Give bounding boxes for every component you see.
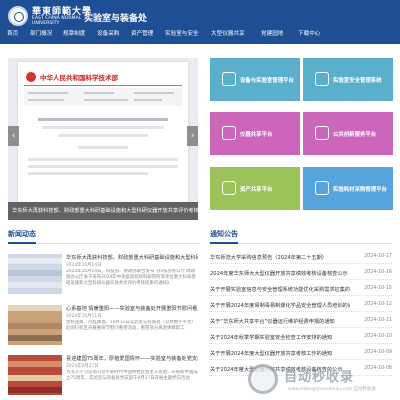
notice-item[interactable]: 关于开展实验室信息与安全管理系统功能优化采购需求征集的通知 2024-10-15 xyxy=(210,282,392,296)
lightbulb-icon xyxy=(315,126,329,140)
main-nav: 首页 部门概况 规章制度 设备采购 资产管理 实验室与安全 大型仪器共享 党建园… xyxy=(0,24,400,44)
tile-label: 实验耗材采购管理平台 xyxy=(333,187,387,193)
department-name[interactable]: 实验室与装备处 xyxy=(84,11,147,24)
carousel-document-image: 中华人民共和国科学技术部 xyxy=(18,62,188,202)
tile-equipment-lab-platform[interactable]: 设备与实验室管理平台 xyxy=(210,58,300,101)
news-summary: 金秋送爽，丹桂飘香。10月11日实验室与装备处（公共数字平台）赴闵行校区开展重阳… xyxy=(66,320,196,331)
nav-item-regulations[interactable]: 规章制度 xyxy=(63,24,85,44)
tile-innovation-service[interactable]: 公共创新服务平台 xyxy=(303,112,393,155)
chevron-right-icon: › xyxy=(190,131,195,141)
notice-item[interactable]: 华东师范大学采购信息预告（2024年第二十五期） 2024-10-17 xyxy=(210,250,392,264)
news-title[interactable]: 喜迎建国75周年，厚植爱国情怀——实验室与装备处党支部开展主题党日活动 xyxy=(66,355,198,362)
news-item[interactable]: 心系基地 情暖重阳——实验室与装备处开展重阳节慰问看望活动 2024年10月11… xyxy=(8,303,200,347)
notice-date: 2024-10-15 xyxy=(364,286,392,291)
notice-title[interactable]: 关于开展2024年度大型仪器开放共享考核工作的通知 xyxy=(210,350,350,357)
notice-title[interactable]: 关于开展实验室信息与安全管理系统功能优化采购需求征集的通知 xyxy=(210,286,350,293)
nav-item-procurement[interactable]: 设备采购 xyxy=(97,24,119,44)
watermark-overlay: 自动秒收录 www.zidongmiaoshoulu.com 自动秒收录 xyxy=(248,360,398,400)
university-seal-icon[interactable] xyxy=(8,6,28,26)
monitor-icon xyxy=(222,72,236,86)
document-info-bar xyxy=(24,88,182,106)
nav-item-about[interactable]: 部门概况 xyxy=(30,24,52,44)
tile-label: 设备与实验室管理平台 xyxy=(240,78,294,84)
nav-item-home[interactable]: 首页 xyxy=(7,24,18,44)
notice-item[interactable]: 关于开展2024年度易制毒易制爆化学品安全管理人员培训的通知 2024-10-1… xyxy=(210,298,392,312)
notice-date: 2024-10-16 xyxy=(364,270,392,275)
news-thumbnail[interactable] xyxy=(8,254,62,294)
news-thumbnail[interactable] xyxy=(8,305,62,345)
news-summary: 为深入学习贯彻习近平新时代中国特色社会主义思想，庆祝新中国成立75周年，实验室与… xyxy=(66,370,198,381)
notice-item[interactable]: 关于2024年秋季学期实验室安全检查工作安排的通知 2024-10-10 xyxy=(210,330,392,344)
news-title[interactable]: 华东师大再获科技部、财政部重大科研基础设施和大型科研仪器开放共享评价考核“优秀” xyxy=(66,254,198,261)
news-item[interactable]: 喜迎建国75周年，厚植爱国情怀——实验室与装备处党支部开展主题党日活动 2024… xyxy=(8,353,200,397)
watermark-text: 自动秒收录 xyxy=(284,370,355,385)
news-summary: 2024年10月14日，科技部、财政部联合发布《科技部办公厅 财政部办公厅关于发… xyxy=(66,269,196,286)
nav-item-instrument-sharing[interactable]: 大型仪器共享 xyxy=(211,24,245,44)
cart-icon xyxy=(315,181,329,195)
notice-date: 2024-10-09 xyxy=(364,350,392,355)
national-emblem-icon xyxy=(26,72,36,82)
news-date: 2024年10月14日 xyxy=(66,263,102,268)
tile-asset-sharing[interactable]: 资产共享平台 xyxy=(210,167,300,210)
carousel-next-button[interactable]: › xyxy=(187,126,198,146)
news-date: 2024年9月27日 xyxy=(66,364,99,369)
notices-section-title[interactable]: 通知公告 xyxy=(210,229,238,239)
tile-label: 公共创新服务平台 xyxy=(333,132,377,138)
notices-section-underline xyxy=(210,242,238,244)
tile-label: 实验室安全管理系统 xyxy=(333,78,382,84)
shield-icon xyxy=(315,72,329,86)
news-title[interactable]: 心系基地 情暖重阳——实验室与装备处开展重阳节慰问看望活动 xyxy=(66,305,198,312)
notice-date: 2024-10-12 xyxy=(364,302,392,307)
news-section-underline xyxy=(8,242,36,244)
nav-item-downloads[interactable]: 下载中心 xyxy=(298,24,320,44)
notice-date: 2024-10-11 xyxy=(364,318,392,323)
notice-title[interactable]: 华东师范大学采购信息预告（2024年第二十五期） xyxy=(210,254,350,261)
document-divider xyxy=(24,85,182,86)
tile-consumables-procurement[interactable]: 实验耗材采购管理平台 xyxy=(303,167,393,210)
news-item[interactable]: 华东师大再获科技部、财政部重大科研基础设施和大型科研仪器开放共享评价考核“优秀”… xyxy=(8,252,200,296)
document-header: 中华人民共和国科学技术部 xyxy=(40,74,118,82)
news-section-divider xyxy=(8,243,200,244)
notice-title[interactable]: 关于“华东师大共享平台”仪器运行维护经费申报的通知 xyxy=(210,318,350,325)
notice-title[interactable]: 关于2024年秋季学期实验室安全检查工作安排的通知 xyxy=(210,334,350,341)
notice-item[interactable]: 关于开展2024年度大型仪器开放共享考核工作的通知 2024-10-09 xyxy=(210,346,392,360)
tile-label: 资产共享平台 xyxy=(240,187,273,193)
news-thumbnail[interactable] xyxy=(8,355,62,395)
notice-date: 2024-10-17 xyxy=(364,254,392,259)
news-carousel[interactable]: 中华人民共和国科学技术部 ‹ › 华东师大再获科技部、财政部重大科研基础设施和大… xyxy=(8,58,198,220)
nav-item-lab-safety[interactable]: 实验室与安全 xyxy=(165,24,199,44)
chevron-left-icon: ‹ xyxy=(11,131,16,141)
news-section-title[interactable]: 新闻动态 xyxy=(8,229,36,239)
nav-item-party[interactable]: 党建园地 xyxy=(261,24,283,44)
watermark-subtext: www.zidongmiaoshoulu.com 自动秒收录 xyxy=(288,387,377,392)
notice-title[interactable]: 关于开展2024年度易制毒易制爆化学品安全管理人员培训的通知 xyxy=(210,302,350,309)
news-date: 2024年10月11日 xyxy=(66,314,102,319)
notice-item[interactable]: 关于“华东师大共享平台”仪器运行维护经费申报的通知 2024-10-11 xyxy=(210,314,392,328)
watermark-logo-icon xyxy=(248,364,278,394)
nav-item-assets[interactable]: 资产管理 xyxy=(131,24,153,44)
carousel-caption[interactable]: 华东师大再获科技部、财政部重大科研基础设施和大型科研仪器开放共享评价考核“优秀” xyxy=(8,202,198,220)
document-title-line xyxy=(38,118,168,121)
carousel-prev-button[interactable]: ‹ xyxy=(8,126,19,146)
tile-instrument-sharing[interactable]: 仪器共享平台 xyxy=(210,112,300,155)
notice-item[interactable]: 2024年度华东师大大型仪器开放共享绩效考核设备核查公示 2024-10-16 xyxy=(210,266,392,280)
notice-title[interactable]: 2024年度华东师大大型仪器开放共享绩效考核设备核查公示 xyxy=(210,270,350,277)
box-icon xyxy=(222,181,236,195)
microscope-icon xyxy=(222,126,236,140)
tile-lab-safety-system[interactable]: 实验室安全管理系统 xyxy=(303,58,393,101)
site-header: 華東師範大學 EAST CHINA NORMAL UNIVERSITY 实验室与… xyxy=(0,0,400,44)
tile-label: 仪器共享平台 xyxy=(240,132,273,138)
notice-date: 2024-10-10 xyxy=(364,334,392,339)
